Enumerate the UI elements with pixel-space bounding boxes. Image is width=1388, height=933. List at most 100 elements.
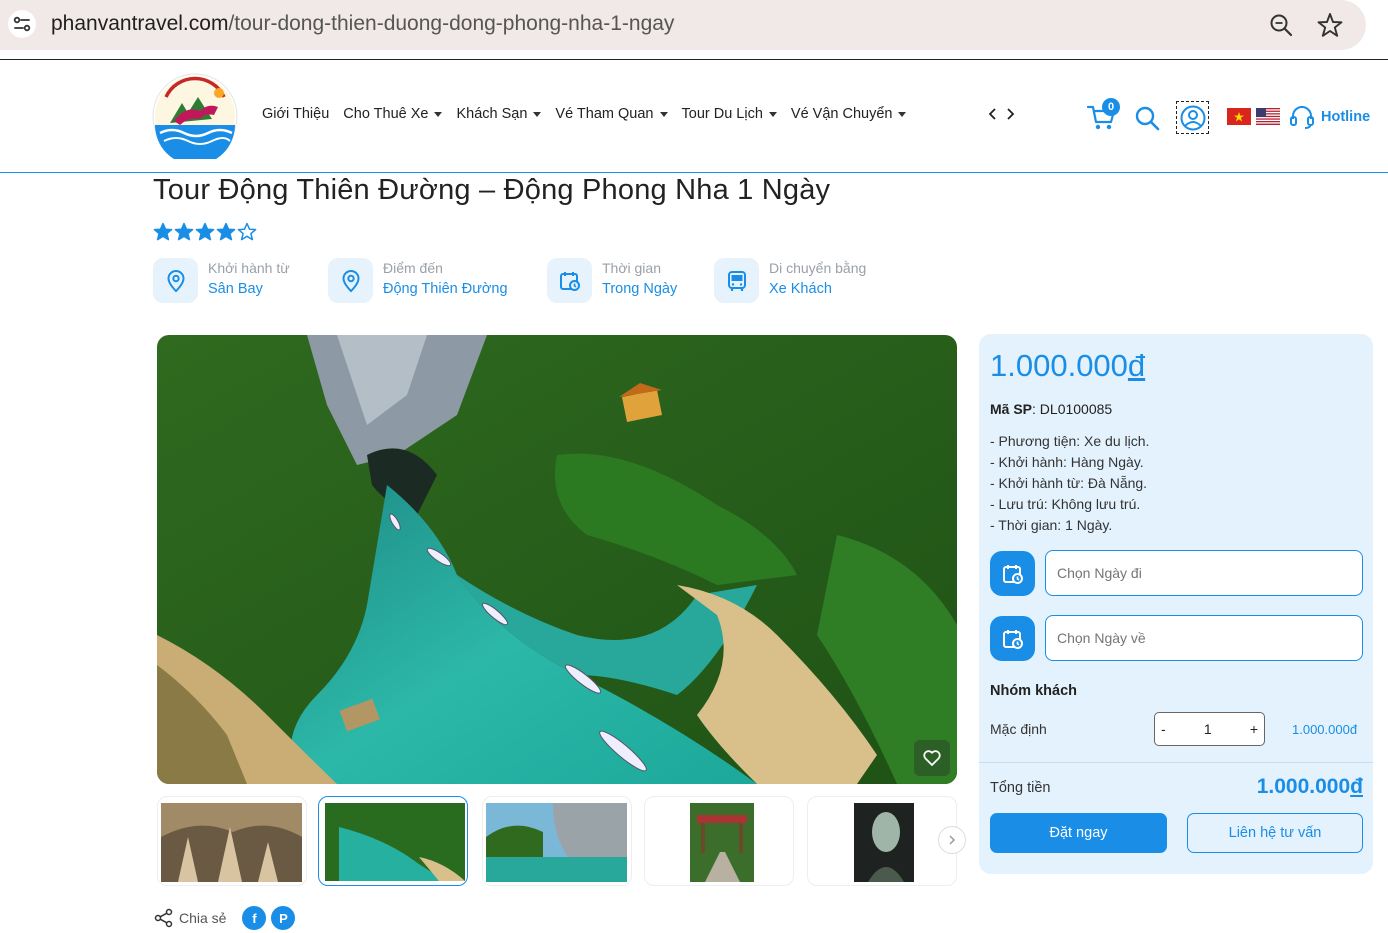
guest-group-title: Nhóm khách bbox=[990, 683, 1078, 699]
detail-line: - Phương tiện: Xe du lịch. bbox=[990, 433, 1150, 449]
cave-light-thumbnail bbox=[854, 803, 914, 882]
total-label: Tổng tiền bbox=[990, 780, 1051, 796]
tour-facts: Khởi hành từ Sân Bay Điểm đến Động Thiên… bbox=[153, 258, 866, 303]
fact-value: Xe Khách bbox=[769, 281, 832, 297]
star-filled-icon bbox=[195, 222, 215, 241]
unit-price: 1.000.000đ bbox=[1292, 722, 1358, 737]
price-amount: 1.000.000 bbox=[990, 348, 1128, 383]
vietnam-flag-icon[interactable] bbox=[1227, 108, 1251, 125]
share-label: Chia sẻ bbox=[179, 910, 227, 926]
user-icon bbox=[1180, 105, 1205, 130]
fact-label: Điểm đến bbox=[383, 260, 443, 276]
depart-date-input[interactable] bbox=[1045, 550, 1363, 596]
main-nav: Giới Thiệu Cho Thuê Xe Khách Sạn Vé Tham… bbox=[262, 106, 920, 122]
quantity-stepper: - 1 + bbox=[1154, 712, 1265, 746]
star-filled-icon bbox=[216, 222, 236, 241]
nav-item-gioi-thieu[interactable]: Giới Thiệu bbox=[262, 106, 329, 122]
fact-value: Động Thiên Đường bbox=[383, 281, 508, 297]
product-code: Mã SP: DL0100085 bbox=[990, 401, 1112, 417]
pinterest-icon: P bbox=[279, 910, 288, 926]
nav-item-label: Khách Sạn bbox=[456, 106, 528, 122]
contact-advice-button[interactable]: Liên hệ tư vấn bbox=[1187, 813, 1363, 853]
main-tour-photo[interactable] bbox=[157, 335, 957, 784]
facebook-icon: f bbox=[252, 910, 257, 926]
river-aerial-thumbnail bbox=[325, 803, 465, 881]
location-pin-icon bbox=[153, 258, 198, 303]
heart-icon bbox=[923, 750, 941, 766]
zoom-icon[interactable] bbox=[1268, 12, 1294, 38]
fact-transport: Di chuyển bằng Xe Khách bbox=[714, 258, 866, 303]
nav-item-khach-san[interactable]: Khách Sạn bbox=[456, 106, 542, 122]
nav-item-ve-tham-quan[interactable]: Vé Tham Quan bbox=[555, 106, 668, 122]
calendar-clock-icon[interactable] bbox=[990, 616, 1035, 661]
guest-group-label: Mặc định bbox=[990, 721, 1047, 737]
nav-item-tour-du-lich[interactable]: Tour Du Lịch bbox=[682, 106, 777, 122]
favorite-button[interactable] bbox=[914, 740, 950, 776]
caret-down-icon bbox=[533, 112, 542, 117]
facebook-share-button[interactable]: f bbox=[242, 906, 267, 930]
calendar-clock-icon bbox=[547, 258, 592, 303]
nav-scroll-arrows[interactable] bbox=[986, 106, 1022, 122]
fact-label: Di chuyển bằng bbox=[769, 260, 867, 276]
cave-interior-thumbnail bbox=[161, 803, 302, 882]
decrement-button[interactable]: - bbox=[1161, 721, 1166, 737]
park-gate-thumbnail bbox=[690, 803, 754, 882]
account-button[interactable] bbox=[1176, 101, 1209, 134]
hotline-link[interactable]: Hotline bbox=[1289, 104, 1370, 130]
star-rating bbox=[153, 222, 257, 242]
caret-down-icon bbox=[768, 112, 777, 117]
fact-duration: Thời gian Trong Ngày bbox=[547, 258, 714, 303]
star-filled-icon bbox=[174, 222, 194, 241]
fact-label: Thời gian bbox=[602, 260, 661, 276]
nav-item-label: Cho Thuê Xe bbox=[343, 106, 429, 122]
fact-label: Khởi hành từ bbox=[208, 260, 290, 276]
return-date-row bbox=[990, 615, 1363, 661]
detail-line: - Khởi hành: Hàng Ngày. bbox=[990, 454, 1144, 470]
share-bar: Chia sẻ f P bbox=[154, 906, 296, 930]
page-title: Tour Động Thiên Đường – Động Phong Nha 1… bbox=[153, 174, 831, 206]
caret-down-icon bbox=[434, 112, 443, 117]
url-text[interactable]: phanvantravel.com/tour-dong-thien-duong-… bbox=[51, 12, 674, 36]
thumbnail-strip bbox=[157, 796, 966, 888]
address-bar[interactable]: phanvantravel.com/tour-dong-thien-duong-… bbox=[0, 0, 1366, 50]
total-currency: đ bbox=[1350, 775, 1363, 798]
nav-item-label: Vé Tham Quan bbox=[555, 106, 654, 122]
thumbnail[interactable] bbox=[644, 796, 794, 886]
return-date-input[interactable] bbox=[1045, 615, 1363, 661]
us-flag-icon[interactable] bbox=[1256, 108, 1280, 125]
nav-item-label: Giới Thiệu bbox=[262, 106, 330, 122]
caret-down-icon bbox=[659, 112, 668, 117]
star-filled-icon bbox=[153, 222, 173, 241]
hotline-label: Hotline bbox=[1321, 109, 1371, 125]
cart-count-badge: 0 bbox=[1102, 98, 1120, 116]
thumbnail[interactable] bbox=[157, 796, 307, 886]
thumbnail[interactable] bbox=[482, 796, 632, 886]
detail-line: - Lưu trú: Không lưu trú. bbox=[990, 496, 1141, 512]
tour-price: 1.000.000đ bbox=[990, 348, 1145, 384]
url-path: /tour-dong-thien-duong-dong-phong-nha-1-… bbox=[228, 12, 675, 35]
book-now-button[interactable]: Đặt ngay bbox=[990, 813, 1167, 853]
sku-value: : DL0100085 bbox=[1032, 401, 1113, 417]
increment-button[interactable]: + bbox=[1250, 721, 1258, 737]
thumbnail[interactable] bbox=[807, 796, 957, 886]
company-logo[interactable] bbox=[152, 73, 238, 159]
url-host: phanvantravel.com bbox=[51, 12, 229, 35]
pinterest-share-button[interactable]: P bbox=[271, 906, 296, 930]
site-info-icon[interactable] bbox=[8, 10, 36, 38]
nav-item-label: Vé Vận Chuyển bbox=[790, 106, 893, 122]
nav-item-ve-van-chuyen[interactable]: Vé Vận Chuyển bbox=[791, 106, 907, 122]
divider bbox=[979, 762, 1373, 763]
nav-item-cho-thue-xe[interactable]: Cho Thuê Xe bbox=[343, 106, 443, 122]
calendar-clock-icon[interactable] bbox=[990, 551, 1035, 596]
thumbnails-next-button[interactable] bbox=[938, 826, 966, 854]
browser-toolbar: phanvantravel.com/tour-dong-thien-duong-… bbox=[0, 0, 1388, 60]
fact-destination: Điểm đến Động Thiên Đường bbox=[328, 258, 547, 303]
quantity-value[interactable]: 1 bbox=[1204, 721, 1212, 737]
fact-departure: Khởi hành từ Sân Bay bbox=[153, 258, 328, 303]
detail-line: - Thời gian: 1 Ngày. bbox=[990, 517, 1113, 533]
caret-down-icon bbox=[898, 112, 907, 117]
bookmark-star-icon[interactable] bbox=[1316, 11, 1344, 39]
nav-item-label: Tour Du Lịch bbox=[681, 106, 763, 122]
thumbnail-active[interactable] bbox=[318, 796, 468, 886]
search-icon[interactable] bbox=[1134, 105, 1160, 131]
